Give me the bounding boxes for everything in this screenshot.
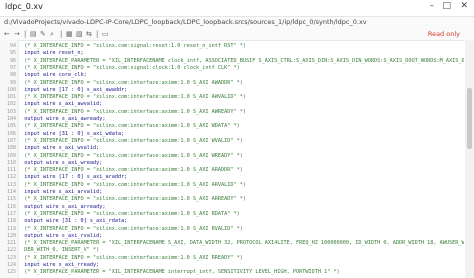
editor-window: ldpc_0.xv – □ ✕ d:/VivadoProjects/vivado… xyxy=(0,0,474,278)
line-number: 125 xyxy=(6,269,16,276)
panel-icon[interactable]: ▭ xyxy=(102,30,109,38)
file-path-bar: d:/VivadoProjects/vivado-LDPC-IP-Core/LD… xyxy=(0,17,474,28)
grid-icon[interactable]: ▦ xyxy=(66,30,73,38)
toolbar-separator: | xyxy=(96,30,99,38)
block-icon[interactable]: ▧ xyxy=(76,30,83,38)
toolbar-separator: | xyxy=(24,30,27,38)
edit-icon[interactable]: ✎ xyxy=(40,30,46,38)
code-line: (* X_INTERFACE_PARAMETER = "XIL_INTERFAC… xyxy=(18,269,340,276)
file-path: d:/VivadoProjects/vivado-LDPC-IP-Core/LD… xyxy=(4,18,367,26)
read-only-badge: Read only xyxy=(427,30,460,38)
toolbar-separator: | xyxy=(60,30,63,38)
close-button[interactable]: ✕ xyxy=(460,1,468,11)
scrollbar-thumb[interactable] xyxy=(467,87,472,150)
back-icon[interactable]: ← xyxy=(4,30,10,38)
maximize-button[interactable]: □ xyxy=(442,1,451,11)
window-title: ldpc_0.xv xyxy=(5,2,43,11)
forward-icon[interactable]: → xyxy=(14,30,20,38)
line-number-gutter: 94 95 96 97 98 99 100 101 102 103 104 105 106 107 108 1… xyxy=(0,40,19,278)
vertical-scrollbar[interactable] xyxy=(465,40,474,278)
document-icon[interactable]: ▤ xyxy=(30,30,37,38)
swap-icon[interactable]: ⇆ xyxy=(86,30,92,38)
code-editor[interactable]: (* X_INTERFACE_INFO = "xilinx.com:signal… xyxy=(18,40,464,278)
title-bar: ldpc_0.xv – □ ✕ xyxy=(0,0,474,17)
search-icon[interactable]: ⌕ xyxy=(50,30,54,39)
minimize-button[interactable]: – xyxy=(430,1,435,11)
